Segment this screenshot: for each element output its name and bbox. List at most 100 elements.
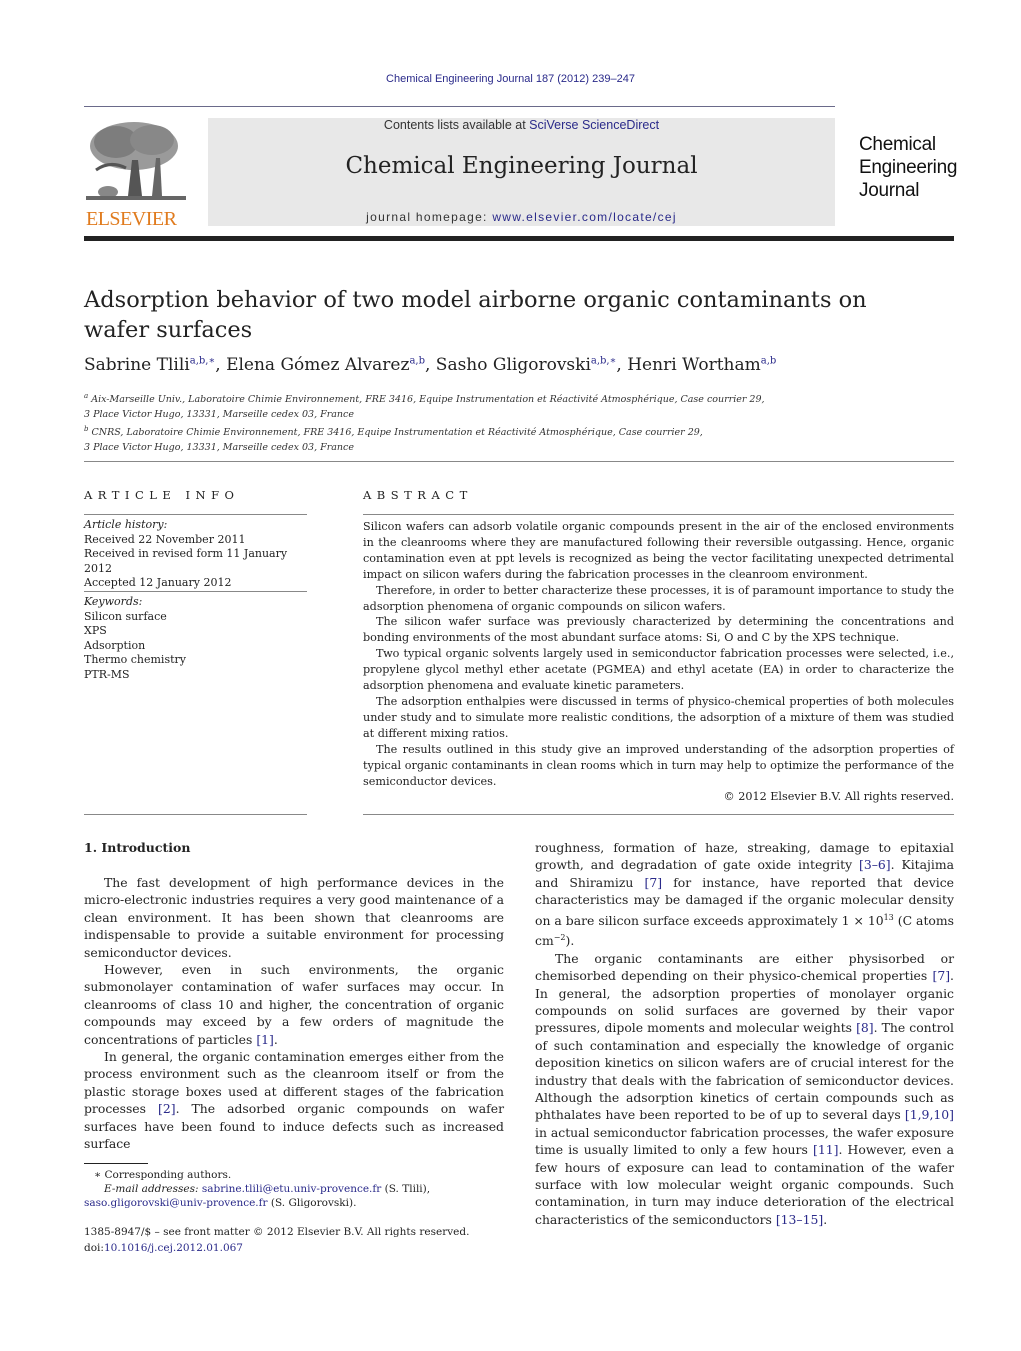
- journal-banner: Contents lists available at SciVerse Sci…: [208, 118, 835, 226]
- abstract-divider: [363, 514, 954, 515]
- tree-engraving-icon: [86, 120, 186, 206]
- sciencedirect-link[interactable]: SciVerse ScienceDirect: [529, 118, 659, 132]
- affil-mark: a: [84, 392, 89, 400]
- body-paragraph: However, even in such environments, the …: [84, 961, 504, 1048]
- email-link[interactable]: sabrine.tlili@etu.univ-provence.fr: [202, 1183, 381, 1195]
- keywords-label: Keywords:: [84, 595, 143, 608]
- body-paragraph: The fast development of high performance…: [84, 875, 504, 960]
- header-thick-divider: [84, 236, 954, 241]
- homepage-line: journal homepage: www.elsevier.com/locat…: [208, 210, 835, 224]
- email-owner: (S. Tlili),: [381, 1183, 431, 1196]
- elsevier-wordmark: ELSEVIER: [86, 208, 177, 230]
- article-info-bottom-divider: [84, 814, 307, 815]
- author-affil-mark[interactable]: a,b,∗: [591, 355, 617, 366]
- contents-line: Contents lists available at SciVerse Sci…: [208, 118, 835, 132]
- abstract-bottom-divider: [363, 814, 954, 815]
- body-paragraph: The organic contaminants are either phys…: [535, 950, 954, 1229]
- paragraph-text: . The control of such contamination and …: [535, 1020, 954, 1123]
- keyword: Thermo chemistry: [84, 653, 186, 666]
- paragraph-text: The organic contaminants are either phys…: [535, 950, 954, 984]
- author-affil-mark[interactable]: a,b,∗: [190, 355, 216, 366]
- affil-line: CNRS, Laboratoire Chimie Environnement, …: [91, 427, 703, 439]
- history-revised: Received in revised form 11 January 2012: [84, 547, 288, 575]
- journal-cover-logo[interactable]: Chemical Engineering Journal: [859, 133, 957, 202]
- journal-title: Chemical Engineering Journal: [345, 153, 698, 179]
- article-info: Article history: Received 22 November 20…: [84, 518, 307, 591]
- affil-line: Aix-Marseille Univ., Laboratoire Chimie …: [91, 394, 765, 406]
- keywords: Keywords: Silicon surface XPS Adsorption…: [84, 595, 307, 682]
- cover-logo-line: Chemical: [859, 134, 936, 155]
- keywords-divider: [84, 591, 307, 592]
- exponent: 13: [883, 912, 894, 922]
- abstract-paragraph: Therefore, in order to better characteri…: [363, 583, 954, 613]
- header-divider: [84, 106, 835, 107]
- reference-link[interactable]: [2]: [158, 1101, 176, 1116]
- author-name[interactable]: Elena Gómez Alvarez: [226, 355, 409, 375]
- history-received: Received 22 November 2011: [84, 532, 246, 546]
- abstract-paragraph: Silicon wafers can adsorb volatile organ…: [363, 520, 954, 581]
- author-separator: ,: [424, 355, 436, 375]
- affiliations: a Aix-Marseille Univ., Laboratoire Chimi…: [84, 389, 765, 455]
- doi-prefix: doi:: [84, 1241, 104, 1254]
- reference-link[interactable]: [7]: [645, 875, 663, 890]
- body-paragraph: In general, the organic contamination em…: [84, 1048, 504, 1152]
- author-separator: ,: [616, 355, 628, 375]
- email-line: E-mail addresses: sabrine.tlili@etu.univ…: [84, 1182, 514, 1196]
- abstract-copyright: © 2012 Elsevier B.V. All rights reserved…: [723, 790, 954, 804]
- reference-link[interactable]: [8]: [856, 1020, 874, 1035]
- affil-line: 3 Place Victor Hugo, 13331, Marseille ce…: [84, 441, 354, 453]
- paragraph-text: ).: [565, 933, 575, 949]
- homepage-link[interactable]: www.elsevier.com/locate/cej: [492, 210, 677, 224]
- affil-line: 3 Place Victor Hugo, 13331, Marseille ce…: [84, 408, 354, 420]
- author-list: Sabrine Tlilia,b,∗, Elena Gómez Alvareza…: [84, 355, 776, 375]
- reference-link[interactable]: [1,9,10]: [905, 1107, 954, 1122]
- author-affil-mark[interactable]: a,b: [761, 355, 777, 366]
- history-label: Article history:: [84, 518, 168, 531]
- paragraph-text: .: [273, 1031, 278, 1047]
- article-info-divider: [84, 514, 307, 515]
- paragraph-text: .: [823, 1211, 828, 1227]
- journal-citation[interactable]: Chemical Engineering Journal 187 (2012) …: [0, 73, 1021, 85]
- doi-link[interactable]: 10.1016/j.cej.2012.01.067: [104, 1242, 243, 1254]
- exponent: −2: [553, 933, 566, 943]
- body-paragraph: roughness, formation of haze, streaking,…: [535, 839, 954, 950]
- keyword: PTR-MS: [84, 667, 130, 681]
- abstract-paragraph: The adsorption enthalpies were discussed…: [363, 694, 954, 740]
- abstract-body: Silicon wafers can adsorb volatile organ…: [363, 519, 954, 805]
- affil-mark: b: [84, 425, 89, 434]
- author-separator: ,: [215, 355, 227, 375]
- abstract-paragraph: The silicon wafer surface was previously…: [363, 615, 954, 645]
- footnote: ∗ Corresponding authors. E-mail addresse…: [84, 1168, 514, 1211]
- abstract-paragraph: The results outlined in this study give …: [363, 742, 954, 788]
- email-link[interactable]: saso.gligorovski@univ-provence.fr: [84, 1197, 268, 1209]
- doi-line: doi:10.1016/j.cej.2012.01.067: [84, 1241, 469, 1257]
- footnote-divider: [84, 1163, 148, 1164]
- paragraph-text: However, even in such environments, the …: [84, 962, 504, 1047]
- keyword: Adsorption: [84, 638, 146, 652]
- author-affil-mark[interactable]: a,b: [409, 355, 425, 366]
- reference-link[interactable]: [3–6]: [859, 857, 891, 872]
- cover-logo-line: Journal: [859, 180, 920, 201]
- keyword: Silicon surface: [84, 609, 167, 623]
- email-label: E-mail addresses:: [104, 1183, 199, 1196]
- reference-link[interactable]: [7]: [932, 968, 950, 983]
- abstract-heading: ABSTRACT: [363, 488, 473, 502]
- reference-link[interactable]: [11]: [813, 1142, 838, 1157]
- article-title: Adsorption behavior of two model airborn…: [84, 287, 867, 343]
- affiliation-b: b CNRS, Laboratoire Chimie Environnement…: [84, 422, 765, 441]
- reference-link[interactable]: [13–15]: [776, 1212, 823, 1227]
- elsevier-logo[interactable]: ELSEVIER: [84, 118, 188, 230]
- corresponding-note: ∗ Corresponding authors.: [94, 1169, 232, 1181]
- homepage-prefix: journal homepage:: [366, 210, 493, 224]
- author-name[interactable]: Sabrine Tlili: [84, 355, 190, 375]
- abstract-paragraph: Two typical organic solvents largely use…: [363, 647, 954, 693]
- author-name[interactable]: Henri Wortham: [627, 355, 761, 375]
- author-name[interactable]: Sasho Gligorovski: [436, 355, 591, 375]
- section-heading-introduction: 1. Introduction: [84, 840, 191, 855]
- contents-prefix: Contents lists available at: [383, 118, 530, 132]
- affiliation-divider: [84, 461, 954, 462]
- reference-link[interactable]: [1]: [256, 1032, 274, 1047]
- issn-line: 1385-8947/$ – see front matter © 2012 El…: [84, 1226, 470, 1238]
- cover-logo-line: Engineering: [859, 157, 958, 178]
- history-accepted: Accepted 12 January 2012: [84, 576, 232, 589]
